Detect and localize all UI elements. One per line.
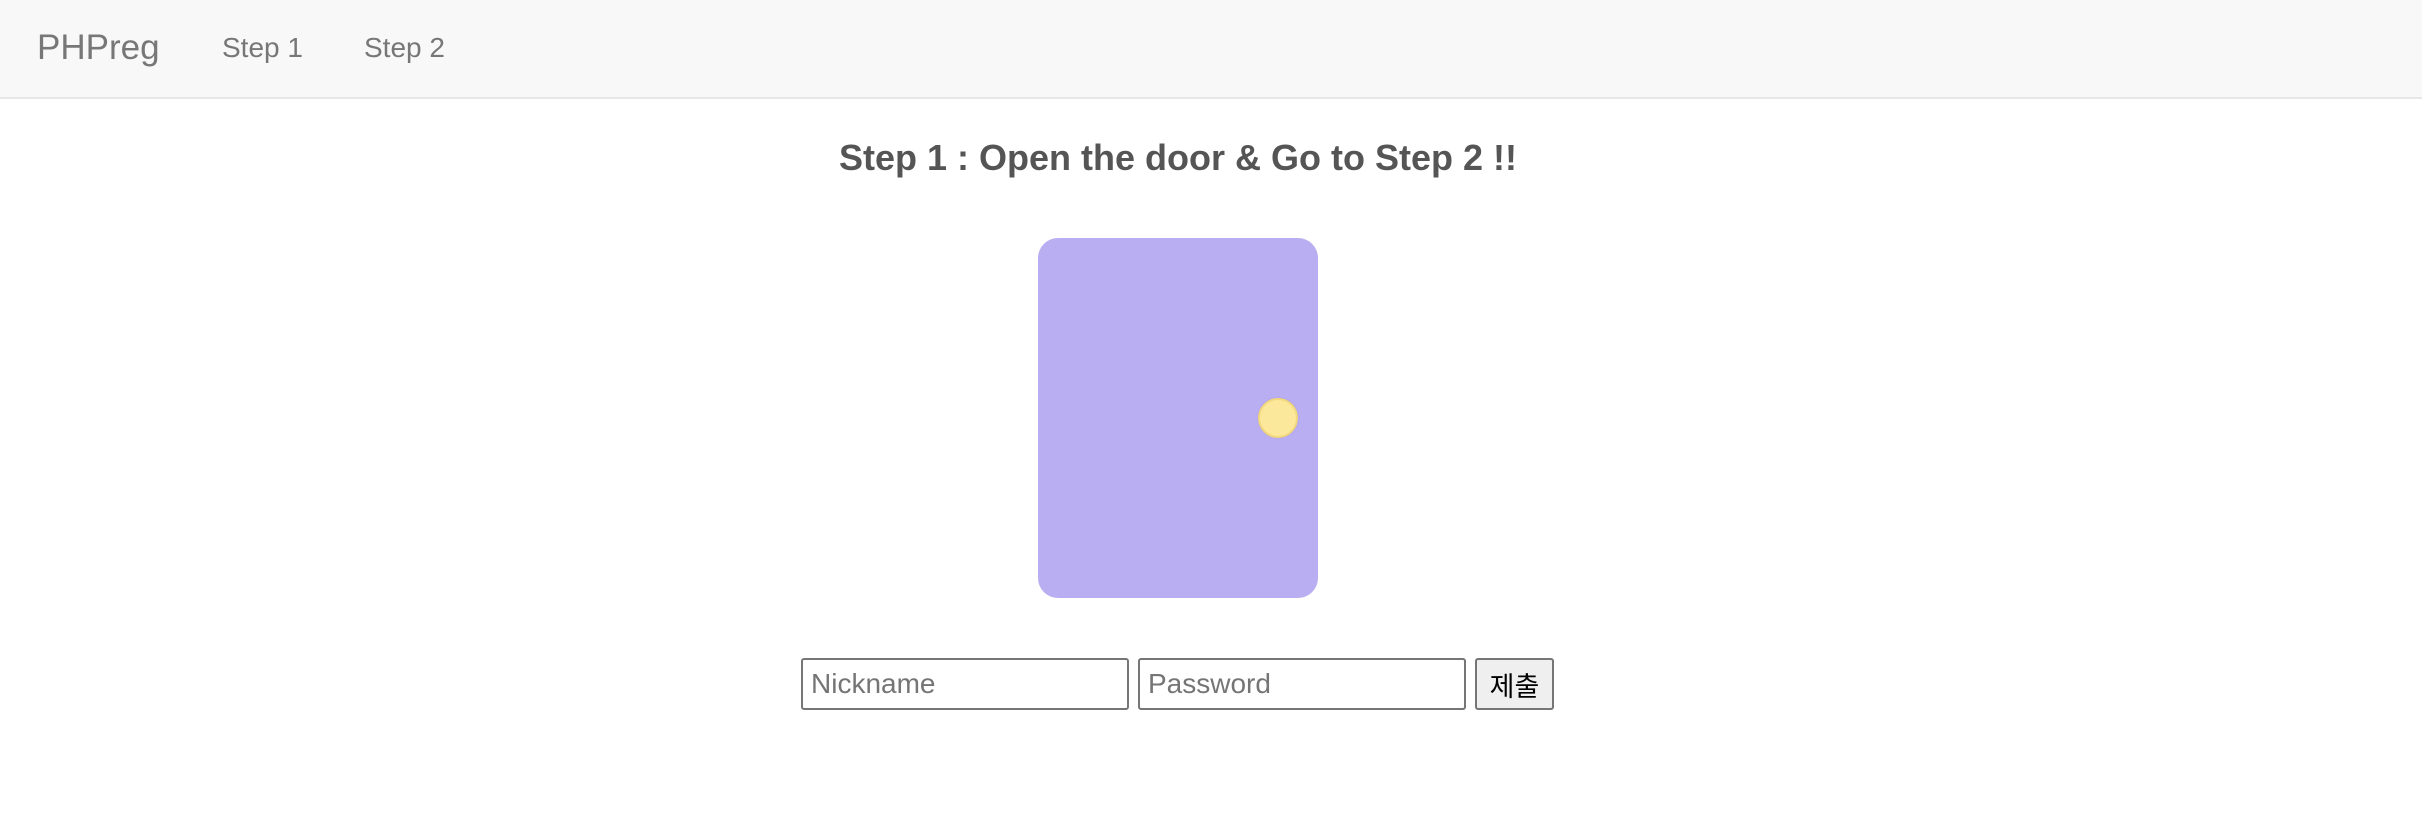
password-input[interactable]: [1138, 658, 1466, 710]
nav-link-step-1[interactable]: Step 1: [222, 28, 303, 68]
nav-link-step-2[interactable]: Step 2: [364, 28, 445, 68]
door-knob[interactable]: [1258, 398, 1298, 438]
nickname-input[interactable]: [801, 658, 1129, 710]
submit-button[interactable]: 제출: [1475, 658, 1554, 710]
door[interactable]: [1038, 238, 1318, 598]
navbar: PHPreg Step 1 Step 2: [0, 0, 2422, 99]
brand-link[interactable]: PHPreg: [37, 24, 160, 72]
page-heading: Step 1 : Open the door & Go to Step 2 !!: [838, 137, 1517, 178]
